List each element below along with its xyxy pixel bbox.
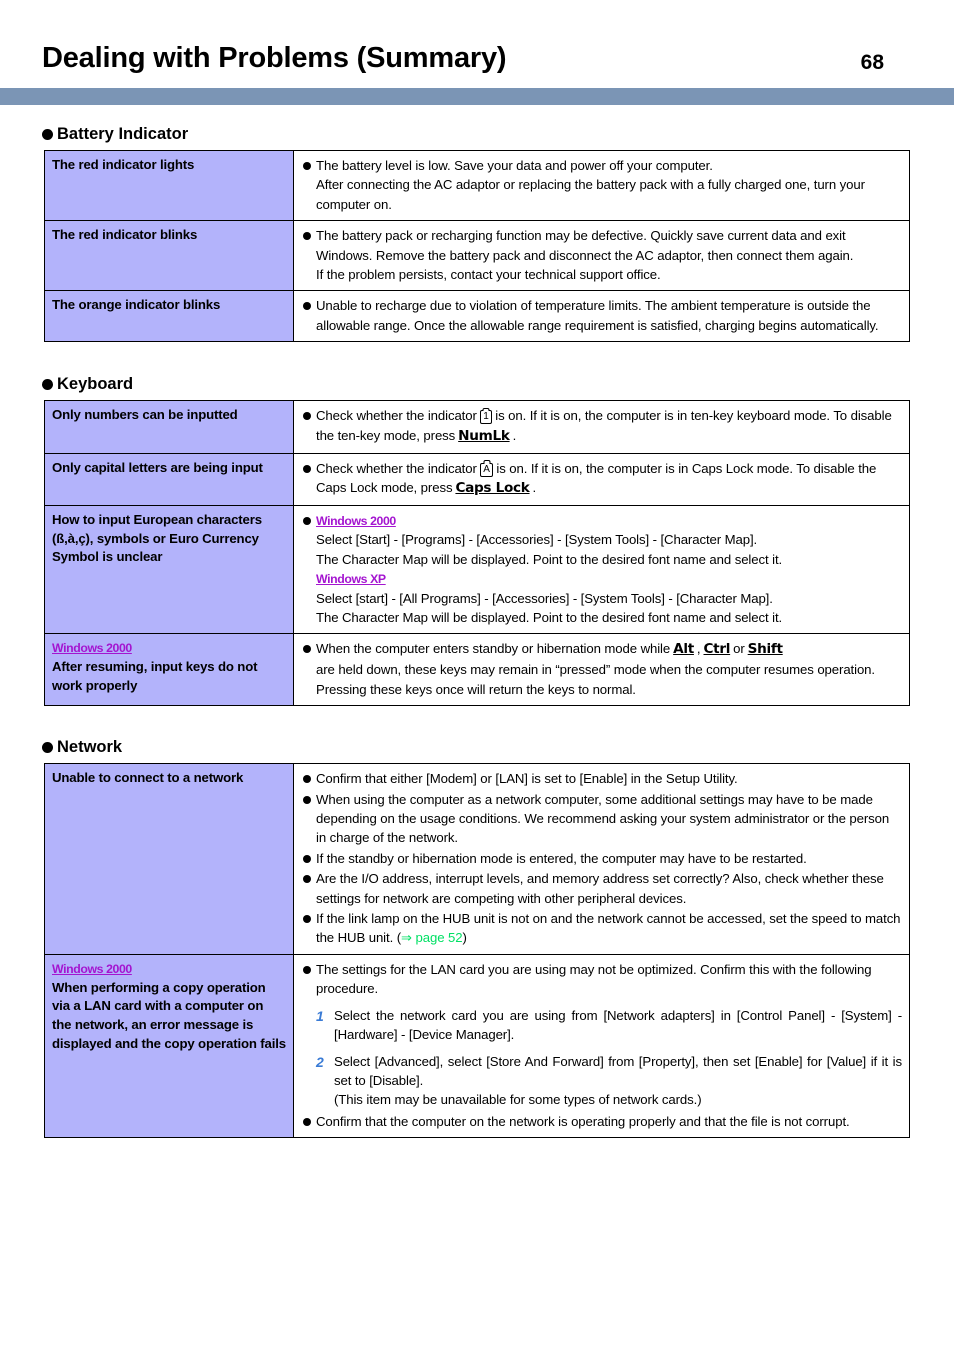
numbered-step: 2 Select [Advanced], select [Store And F… <box>303 1052 902 1091</box>
step-text: Select the network card you are using fr… <box>334 1007 902 1043</box>
capslock-indicator-icon: A <box>479 462 494 477</box>
resume-text-2: are held down, these keys may remain in … <box>316 662 875 697</box>
row-key: The orange indicator blinks <box>44 290 294 343</box>
os-label-windows-2000: Windows 2000 <box>316 514 396 528</box>
bullet-item: The settings for the LAN card you are us… <box>303 960 902 999</box>
bullet-item: Windows 2000 Select [Start] - [Programs]… <box>303 511 902 627</box>
table-row: How to input European characters (ß,à,ç)… <box>44 504 910 635</box>
row-value: Check whether the indicator 1 is on. If it… <box>293 400 910 454</box>
row-value: The settings for the LAN card you are us… <box>293 953 910 1139</box>
row-key: Windows 2000 After resuming, input keys … <box>44 633 294 707</box>
step-number: 1 <box>316 1007 324 1024</box>
bullet-item: Confirm that the computer on the network… <box>303 1112 902 1131</box>
table-row: The red indicator blinks The battery pac… <box>44 220 910 292</box>
row-value: Check whether the indicator Ais on. If it… <box>293 452 910 507</box>
separator: , <box>696 641 701 657</box>
bullet-tail: ) <box>462 930 467 946</box>
row-key-label: After resuming, input keys do not work p… <box>52 659 258 693</box>
page-reference-link[interactable]: ⇒ page 52 <box>401 930 463 945</box>
bullet-item: Check whether the indicator 1 is on. If it… <box>303 406 902 446</box>
table-row: Only capital letters are being input Che… <box>44 452 910 507</box>
keycap-numlk: NumLk <box>458 427 510 444</box>
bullet-icon <box>42 379 53 391</box>
bullet-line: Unable to recharge due to violation of t… <box>316 298 879 333</box>
row-value: The battery level is low. Save your data… <box>293 149 910 222</box>
table-row: Unable to connect to a network Confirm t… <box>44 763 910 955</box>
row-key: Only numbers can be inputted <box>44 400 294 454</box>
row-key: How to input European characters (ß,à,ç)… <box>44 504 294 635</box>
section-heading-battery-indicator: Battery Indicator <box>42 125 954 144</box>
row-key: Windows 2000 When performing a copy oper… <box>44 953 294 1139</box>
row-key: The red indicator lights <box>44 149 294 222</box>
keyboard-table: Only numbers can be inputted Check wheth… <box>44 400 910 707</box>
page-header: Dealing with Problems (Summary) 68 <box>0 0 954 105</box>
bullet-line: If the problem persists, contact your te… <box>316 267 661 283</box>
bullet-item: Check whether the indicator Ais on. If it… <box>303 459 902 499</box>
table-row: The red indicator lights The battery lev… <box>44 149 910 222</box>
document-page: Dealing with Problems (Summary) 68 Batte… <box>0 0 954 1351</box>
bullet-item: When using the computer as a network com… <box>303 790 902 848</box>
network-table: Unable to connect to a network Confirm t… <box>44 763 910 1139</box>
bullet-item: The battery pack or recharging function … <box>303 226 902 284</box>
os-line: Select [Start] - [Programs] - [Accessori… <box>316 532 758 548</box>
row-key: Only capital letters are being input <box>44 452 294 507</box>
os-line: Select [start] - [All Programs] - [Acces… <box>316 590 773 606</box>
bullet-item: Unable to recharge due to violation of t… <box>303 296 902 335</box>
step-number: 2 <box>316 1053 324 1070</box>
os-label-windows-xp: Windows XP <box>316 572 386 587</box>
bullet-icon <box>42 742 53 754</box>
text-before-indicator: Check whether the indicator <box>316 408 477 424</box>
row-value: Windows 2000 Select [Start] - [Programs]… <box>293 504 910 635</box>
bullet-item: If the link lamp on the HUB unit is not … <box>303 909 902 948</box>
os-line: The Character Map will be displayed. Poi… <box>316 610 783 626</box>
row-key: Unable to connect to a network <box>44 763 294 955</box>
text-before-indicator: Check whether the indicator <box>316 460 477 476</box>
numlock-indicator-icon: 1 <box>479 410 493 425</box>
bullet-line: After connecting the AC adaptor or repla… <box>316 177 865 212</box>
bullet-item: The battery level is low. Save your data… <box>303 156 902 214</box>
section-heading-label: Network <box>57 738 123 757</box>
bullet-item: Confirm that either [Modem] or [LAN] is … <box>303 769 902 788</box>
row-value: When the computer enters standby or hibe… <box>293 633 910 707</box>
keycap-shift: Shift <box>747 641 783 658</box>
table-row: Only numbers can be inputted Check wheth… <box>44 400 910 454</box>
bullet-line: The battery pack or recharging function … <box>316 228 854 263</box>
header-rule-bar <box>0 88 954 105</box>
section-heading-network: Network <box>42 738 954 757</box>
page-title: Dealing with Problems (Summary) <box>42 42 507 74</box>
numbered-step: 1 Select the network card you are using … <box>303 1006 902 1045</box>
step-text: Select [Advanced], select [Store And For… <box>334 1053 902 1088</box>
row-key-label: When performing a copy operation via a L… <box>52 979 286 1051</box>
table-row: Windows 2000 When performing a copy oper… <box>44 953 910 1139</box>
row-value: Unable to recharge due to violation of t… <box>293 290 910 343</box>
bullet-item: When the computer enters standby or hibe… <box>303 639 902 699</box>
table-row: Windows 2000 After resuming, input keys … <box>44 633 910 707</box>
section-heading-label: Keyboard <box>57 375 134 394</box>
row-key: The red indicator blinks <box>44 220 294 292</box>
keycap-alt: Alt <box>673 641 694 658</box>
battery-indicator-table: The red indicator lights The battery lev… <box>44 149 910 343</box>
text-end: . <box>512 427 517 443</box>
separator: or <box>733 641 745 657</box>
table-row: The orange indicator blinks Unable to re… <box>44 290 910 343</box>
bullet-line: The battery level is low. Save your data… <box>316 158 713 173</box>
bullet-item: Are the I/O address, interrupt levels, a… <box>303 869 902 908</box>
page-number: 68 <box>860 51 884 74</box>
step-subtext: (This item may be unavailable for some t… <box>334 1092 702 1108</box>
bullet-item: If the standby or hibernation mode is en… <box>303 849 902 868</box>
keycap-ctrl: Ctrl <box>703 641 731 658</box>
resume-text-1: When the computer enters standby or hibe… <box>316 641 671 657</box>
os-line: The Character Map will be displayed. Poi… <box>316 551 783 567</box>
row-value: Confirm that either [Modem] or [LAN] is … <box>293 763 910 955</box>
keycap-caps-lock: Caps Lock <box>455 480 530 497</box>
row-value: The battery pack or recharging function … <box>293 220 910 292</box>
os-label-windows-2000: Windows 2000 <box>52 961 132 976</box>
section-heading-label: Battery Indicator <box>57 125 189 143</box>
os-label-windows-2000: Windows 2000 <box>52 641 132 656</box>
text-end: . <box>532 480 537 496</box>
bullet-icon <box>42 129 53 140</box>
section-heading-keyboard: Keyboard <box>42 375 954 394</box>
